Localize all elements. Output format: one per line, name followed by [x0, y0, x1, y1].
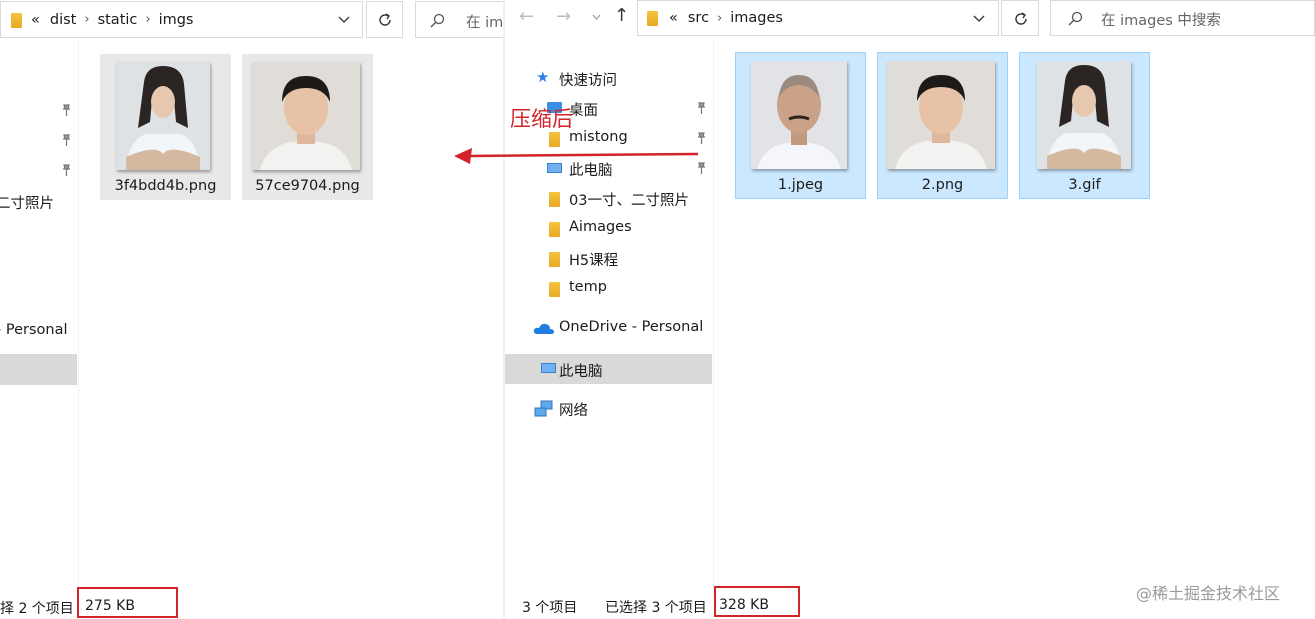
nav-item-this-pc-selected[interactable]: 此电脑	[505, 354, 712, 384]
right-explorer-window: ← → ↑ « src › images 在 images 中搜索 ★ 快速访问…	[505, 0, 1315, 619]
folder-icon	[549, 192, 560, 207]
right-search-box[interactable]: 在 images 中搜索	[1050, 0, 1315, 36]
status-item-count: 3 个项目	[522, 600, 578, 616]
pin-icon[interactable]	[62, 104, 71, 117]
search-icon	[1068, 11, 1083, 26]
file-name[interactable]: 3f4bdd4b.png	[100, 178, 231, 194]
forward-arrow-icon[interactable]: →	[556, 6, 571, 27]
photo-thumbnail	[1037, 61, 1131, 169]
left-explorer-window: « dist › static › imgs 在 im 二寸照片 - Perso…	[0, 0, 510, 619]
pin-icon[interactable]	[62, 164, 71, 177]
file-item[interactable]: 57ce9704.png	[242, 54, 373, 200]
nav-item-label: temp	[569, 279, 607, 295]
back-arrow-icon[interactable]: ←	[519, 6, 534, 27]
right-address-bar[interactable]: « src › images	[637, 0, 999, 36]
file-item-selected[interactable]: 2.png	[877, 52, 1008, 199]
nav-item-aimages[interactable]: Aimages	[505, 216, 714, 242]
nav-item-label: 03一寸、二寸照片	[569, 193, 689, 209]
nav-item-network[interactable]: 网络	[505, 396, 714, 422]
file-item-selected[interactable]: 3.gif	[1019, 52, 1150, 199]
status-selected-count: 已选择 3 个项目	[605, 600, 707, 616]
left-nav-pane: 二寸照片 - Personal	[0, 40, 79, 595]
photo-thumbnail	[252, 62, 360, 170]
file-name[interactable]: 57ce9704.png	[242, 178, 373, 194]
folder-icon	[549, 222, 560, 237]
file-name[interactable]: 3.gif	[1020, 177, 1149, 193]
chevron-down-icon[interactable]	[338, 16, 350, 24]
nav-item-photos-folder[interactable]: 03一寸、二寸照片	[505, 186, 714, 212]
breadcrumb-imgs[interactable]: imgs	[159, 12, 194, 28]
watermark: @稀土掘金技术社区	[1136, 584, 1281, 603]
breadcrumb-dist[interactable]: dist	[50, 12, 76, 28]
breadcrumb-images[interactable]: images	[730, 10, 783, 26]
photo-thumbnail	[887, 61, 995, 169]
photo-thumbnail	[116, 62, 210, 170]
nav-item-onedrive[interactable]: - Personal	[0, 322, 67, 338]
status-selected-count: 择 2 个项目	[0, 601, 74, 617]
left-search-box[interactable]: 在 im	[415, 1, 510, 38]
onedrive-icon	[533, 323, 554, 334]
refresh-icon	[379, 13, 391, 26]
chevron-right-icon[interactable]: ›	[145, 12, 150, 27]
chevron-right-icon[interactable]: ›	[717, 11, 722, 26]
breadcrumb-overflow[interactable]: «	[669, 10, 678, 26]
nav-item-label: H5课程	[569, 253, 619, 269]
file-name[interactable]: 1.jpeg	[736, 177, 865, 193]
nav-item-onedrive[interactable]: OneDrive - Personal	[505, 316, 714, 342]
nav-item-label: 网络	[559, 403, 588, 419]
photo-thumbnail	[751, 61, 847, 169]
chevron-down-icon[interactable]	[973, 15, 985, 23]
nav-item-label: 此电脑	[559, 364, 603, 380]
nav-item-label: OneDrive - Personal	[559, 319, 704, 335]
chevron-right-icon[interactable]: ›	[84, 12, 89, 27]
computer-icon	[541, 363, 556, 373]
search-placeholder: 在 im	[466, 15, 504, 31]
nav-item-this-pc-selected[interactable]	[0, 354, 77, 385]
search-icon	[430, 13, 445, 28]
folder-icon	[549, 252, 560, 267]
nav-item-quick-access[interactable]: ★ 快速访问	[505, 66, 714, 92]
highlight-box-left-size	[77, 587, 178, 618]
breadcrumb-static[interactable]: static	[98, 12, 138, 28]
left-refresh-button[interactable]	[366, 1, 403, 38]
pin-icon[interactable]	[697, 102, 706, 115]
nav-item-label: 桌面	[569, 103, 598, 119]
folder-icon	[647, 11, 658, 26]
left-address-bar[interactable]: « dist › static › imgs	[0, 1, 363, 38]
breadcrumb-overflow[interactable]: «	[31, 12, 40, 28]
highlight-box-right-size	[714, 586, 800, 617]
right-refresh-button[interactable]	[1001, 0, 1039, 36]
network-icon	[534, 400, 553, 417]
nav-item-label: Aimages	[569, 219, 632, 235]
star-icon: ★	[536, 68, 550, 86]
file-name[interactable]: 2.png	[878, 177, 1007, 193]
pin-icon[interactable]	[62, 134, 71, 147]
annotation-label: 压缩后	[510, 107, 573, 131]
nav-item-label: mistong	[569, 129, 628, 145]
file-item[interactable]: 3f4bdd4b.png	[100, 54, 231, 200]
breadcrumb-src[interactable]: src	[688, 10, 709, 26]
nav-item-photos[interactable]: 二寸照片	[0, 192, 54, 213]
folder-icon	[11, 13, 22, 28]
nav-item-h5-course[interactable]: H5课程	[505, 246, 714, 272]
red-arrow-left-icon	[454, 148, 699, 164]
recent-dropdown-icon[interactable]	[592, 14, 601, 20]
file-item-selected[interactable]: 1.jpeg	[735, 52, 866, 199]
nav-item-temp[interactable]: temp	[505, 276, 714, 302]
search-placeholder: 在 images 中搜索	[1101, 13, 1221, 29]
up-arrow-icon[interactable]: ↑	[614, 5, 629, 26]
nav-item-label: 快速访问	[559, 73, 617, 89]
refresh-icon	[1015, 12, 1027, 25]
folder-icon	[549, 282, 560, 297]
